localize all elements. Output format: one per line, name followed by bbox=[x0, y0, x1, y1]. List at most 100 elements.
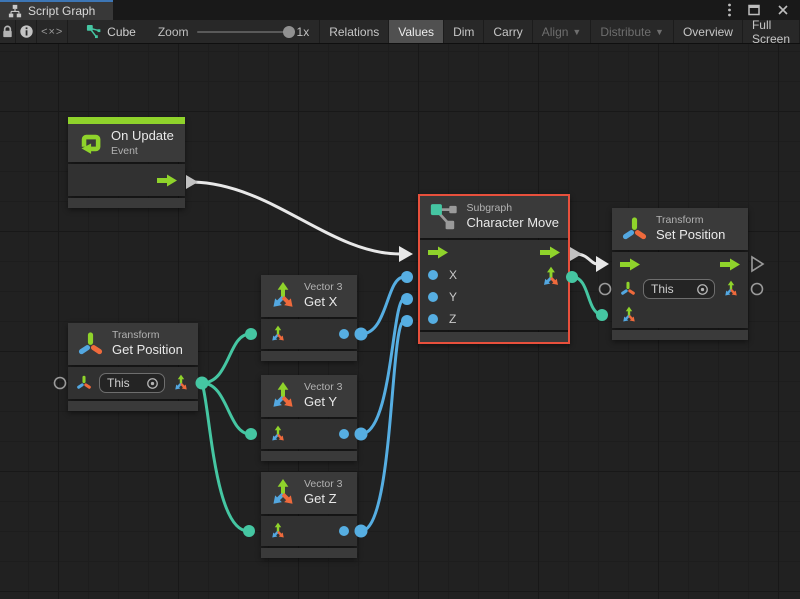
transform-port-icon[interactable] bbox=[76, 375, 92, 391]
script-graph-window: Script Graph <×> Cube Zoom 1x Relatio bbox=[0, 0, 800, 599]
wire-value-getposition-to-gety[interactable] bbox=[202, 383, 250, 434]
object-picker-icon[interactable] bbox=[146, 377, 159, 390]
wire-value-charactermove-to-setposition[interactable] bbox=[572, 277, 601, 315]
node-get-position[interactable]: Transform Get Position This bbox=[68, 323, 198, 411]
node-kind: Transform bbox=[656, 214, 725, 227]
float-output-port-icon[interactable] bbox=[339, 429, 349, 439]
flow-output-arrow-icon[interactable] bbox=[540, 246, 560, 259]
wire-flow-charactermove-to-setposition[interactable] bbox=[576, 254, 597, 264]
close-icon[interactable] bbox=[776, 3, 790, 17]
loop-event-icon bbox=[77, 130, 103, 156]
this-port-getposition-unconnected[interactable] bbox=[55, 378, 66, 389]
transform-port-icon[interactable] bbox=[620, 281, 636, 297]
zoom-slider[interactable] bbox=[197, 31, 289, 33]
zoom-value: 1x bbox=[297, 25, 310, 39]
values-button[interactable]: Values bbox=[389, 20, 444, 43]
wire-flow-onupdate-to-charactermove[interactable] bbox=[193, 182, 400, 254]
zoom-label: Zoom bbox=[158, 25, 189, 39]
vector3-input-icon[interactable] bbox=[269, 522, 287, 540]
node-title: Get Position bbox=[112, 342, 183, 358]
flow-input-arrow-icon[interactable] bbox=[620, 258, 640, 271]
float-output-port-icon[interactable] bbox=[339, 329, 349, 339]
vector3-in-port-setposition[interactable] bbox=[596, 309, 608, 321]
y-in-port-charactermove[interactable] bbox=[401, 293, 413, 305]
node-kind: Vector 3 bbox=[304, 281, 343, 294]
node-get-y[interactable]: Vector 3 Get Y bbox=[261, 375, 357, 461]
zoom-slider-handle[interactable] bbox=[283, 26, 295, 38]
node-kind: Event bbox=[111, 145, 174, 158]
node-title: Get X bbox=[304, 294, 343, 310]
this-object-field[interactable]: This bbox=[99, 373, 165, 393]
graph-canvas[interactable]: On Update Event Subgraph Character Move bbox=[0, 44, 800, 599]
x-input-port-icon[interactable] bbox=[428, 270, 438, 280]
x-in-port-charactermove[interactable] bbox=[401, 271, 413, 283]
float-output-port-icon[interactable] bbox=[339, 526, 349, 536]
flow-out-port-setposition-unconnected[interactable] bbox=[752, 257, 763, 271]
vector3-in-port-gety[interactable] bbox=[245, 428, 257, 440]
vector3-icon bbox=[268, 381, 298, 411]
node-footer bbox=[68, 198, 185, 208]
vector3-input-icon[interactable] bbox=[269, 325, 287, 343]
lock-button[interactable] bbox=[0, 20, 16, 43]
zoom-control: Zoom 1x bbox=[148, 20, 319, 43]
chevron-down-icon: ▼ bbox=[655, 27, 664, 37]
flow-in-port-charactermove[interactable] bbox=[399, 246, 413, 262]
info-icon bbox=[19, 24, 34, 39]
value-out-port-setposition-unconnected[interactable] bbox=[752, 284, 763, 295]
vector3-input-icon[interactable] bbox=[620, 306, 638, 324]
code-preview-button[interactable]: <×> bbox=[37, 20, 68, 43]
vector3-in-port-getz[interactable] bbox=[243, 525, 255, 537]
flow-input-arrow-icon[interactable] bbox=[428, 246, 448, 259]
node-footer bbox=[261, 451, 357, 461]
align-button: Align▼ bbox=[533, 20, 592, 43]
this-field-value: This bbox=[107, 376, 146, 390]
tab-bar: Script Graph bbox=[0, 0, 800, 20]
vector3-output-icon[interactable] bbox=[172, 374, 190, 392]
fullscreen-button[interactable]: Full Screen bbox=[743, 20, 800, 43]
object-picker-icon[interactable] bbox=[696, 283, 709, 296]
relations-button[interactable]: Relations bbox=[320, 20, 389, 43]
flow-in-port-setposition[interactable] bbox=[596, 256, 609, 272]
overview-button[interactable]: Overview bbox=[674, 20, 743, 43]
vector3-output-icon[interactable] bbox=[722, 280, 740, 298]
wire-value-getx-to-charactermove[interactable] bbox=[361, 277, 404, 334]
node-footer bbox=[261, 351, 357, 361]
flow-output-arrow-icon[interactable] bbox=[157, 174, 177, 187]
distribute-button: Distribute▼ bbox=[591, 20, 674, 43]
wire-value-gety-to-charactermove[interactable] bbox=[361, 299, 404, 434]
node-on-update[interactable]: On Update Event bbox=[68, 117, 185, 208]
node-footer bbox=[420, 332, 568, 342]
maximize-icon[interactable] bbox=[747, 3, 761, 17]
script-graph-icon bbox=[8, 4, 22, 18]
node-character-move[interactable]: Subgraph Character Move X Y bbox=[420, 196, 568, 342]
wire-value-getz-to-charactermove[interactable] bbox=[361, 321, 404, 531]
transform-icon bbox=[621, 216, 648, 243]
flow-out-port-charactermove[interactable] bbox=[570, 247, 582, 261]
wire-value-getposition-to-getx[interactable] bbox=[202, 334, 250, 383]
vector3-output-icon[interactable] bbox=[540, 266, 562, 288]
tab-script-graph[interactable]: Script Graph bbox=[0, 0, 113, 20]
dim-button[interactable]: Dim bbox=[444, 20, 484, 43]
vector3-in-port-getx[interactable] bbox=[245, 328, 257, 340]
node-get-x[interactable]: Vector 3 Get X bbox=[261, 275, 357, 361]
chevron-down-icon: ▼ bbox=[572, 27, 581, 37]
graph-reference[interactable]: Cube bbox=[68, 20, 148, 43]
info-button[interactable] bbox=[16, 20, 37, 43]
y-input-port-icon[interactable] bbox=[428, 292, 438, 302]
kebab-menu-icon[interactable] bbox=[727, 2, 732, 18]
node-get-z[interactable]: Vector 3 Get Z bbox=[261, 472, 357, 558]
node-footer bbox=[612, 330, 748, 340]
script-graph-asset-icon bbox=[86, 24, 101, 39]
carry-button[interactable]: Carry bbox=[484, 20, 532, 43]
vector3-icon bbox=[268, 478, 298, 508]
node-set-position[interactable]: Transform Set Position This bbox=[612, 208, 748, 340]
wire-value-getposition-to-getz[interactable] bbox=[202, 383, 248, 531]
vector3-input-icon[interactable] bbox=[269, 425, 287, 443]
flow-output-arrow-icon[interactable] bbox=[720, 258, 740, 271]
flow-out-port-onupdate[interactable] bbox=[186, 175, 198, 189]
this-object-field[interactable]: This bbox=[643, 279, 715, 299]
z-in-port-charactermove[interactable] bbox=[401, 315, 413, 327]
this-port-setposition-unconnected[interactable] bbox=[600, 284, 611, 295]
z-input-port-icon[interactable] bbox=[428, 314, 438, 324]
node-title: Character Move bbox=[467, 215, 559, 231]
